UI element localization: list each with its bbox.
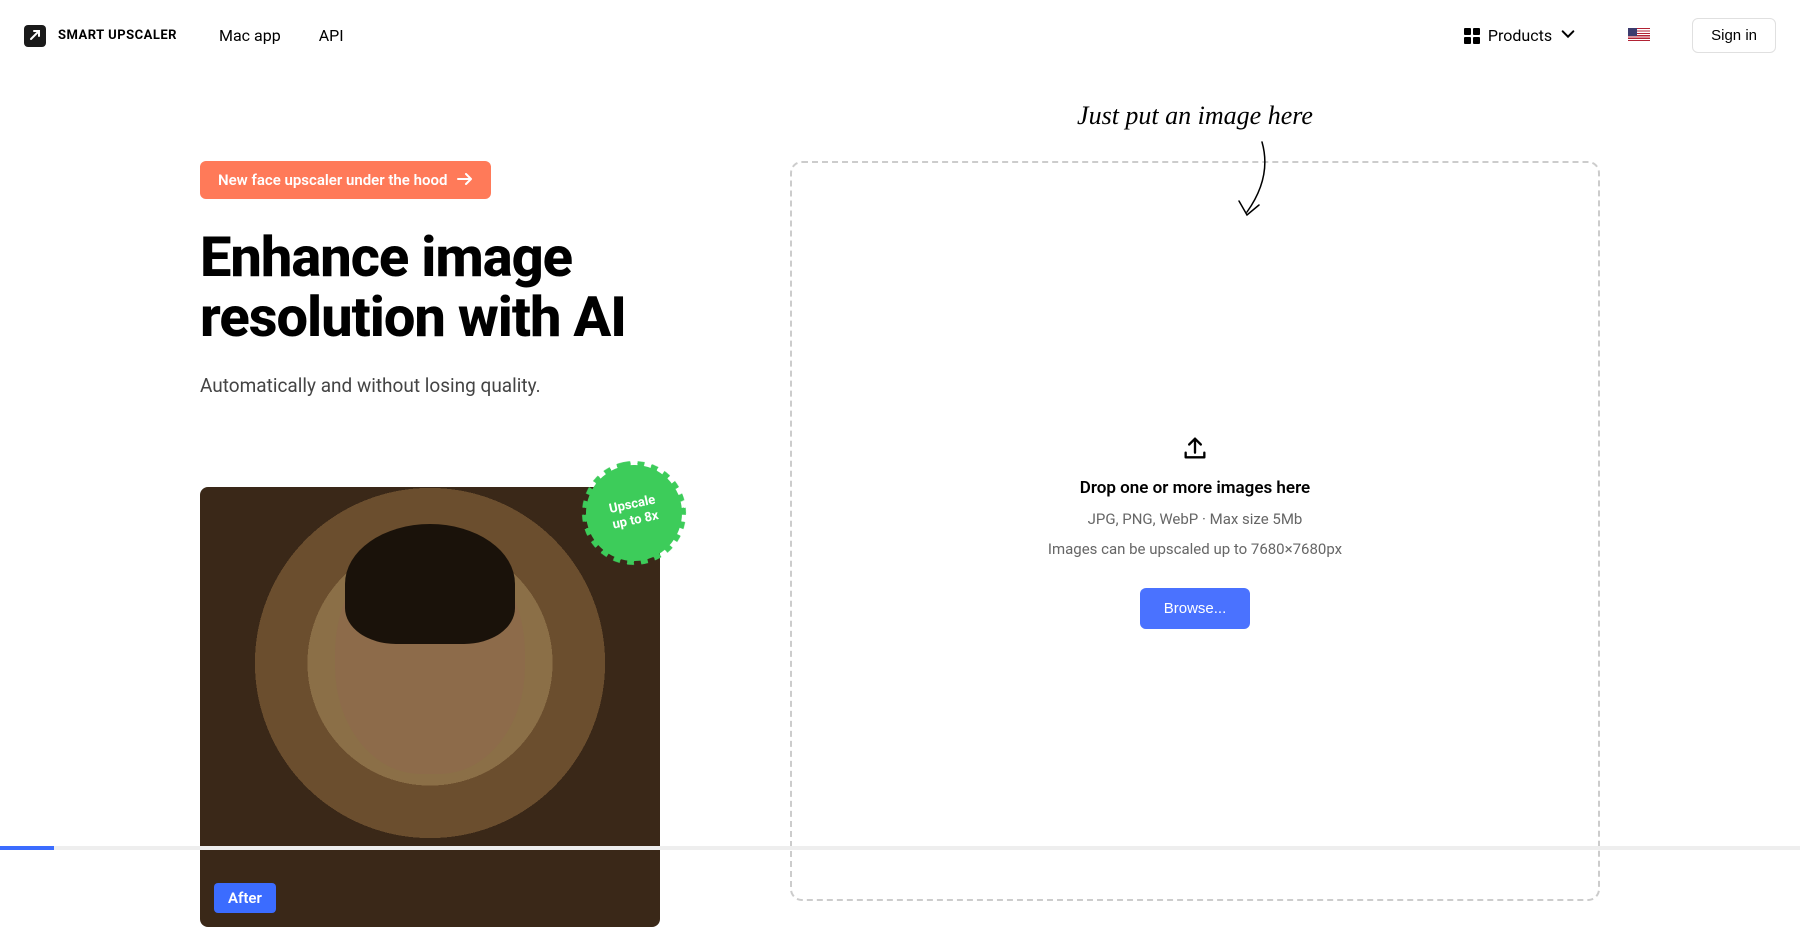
nav-api[interactable]: API	[319, 26, 344, 45]
arrow-right-icon	[457, 171, 473, 189]
demo-image	[200, 487, 660, 927]
upload-section: Just put an image here Drop one or more …	[790, 161, 1600, 927]
page-subtitle: Automatically and without losing quality…	[200, 374, 670, 397]
announcement-badge[interactable]: New face upscaler under the hood	[200, 161, 491, 199]
page-headline: Enhance image resolution with AI	[200, 227, 670, 348]
dropzone-formats: JPG, PNG, WebP · Max size 5Mb	[1088, 510, 1303, 528]
progress-bar	[0, 846, 54, 850]
nav-mac-app[interactable]: Mac app	[219, 26, 281, 45]
products-menu[interactable]: Products	[1464, 26, 1576, 46]
products-label: Products	[1488, 26, 1552, 45]
brand-logo[interactable]	[24, 25, 46, 47]
grid-icon	[1464, 28, 1480, 44]
dropzone[interactable]: Drop one or more images here JPG, PNG, W…	[790, 161, 1600, 901]
dropzone-hint: Just put an image here	[1077, 101, 1313, 131]
sign-in-button[interactable]: Sign in	[1692, 18, 1776, 53]
curved-arrow-icon	[1227, 137, 1287, 231]
upload-icon	[1181, 434, 1209, 466]
chevron-down-icon	[1560, 26, 1576, 46]
after-label: After	[214, 883, 276, 913]
badge-label: New face upscaler under the hood	[218, 171, 447, 189]
brand-name[interactable]: SMART UPSCALER	[58, 28, 177, 43]
language-flag-us[interactable]	[1628, 28, 1650, 43]
dropzone-limits: Images can be upscaled up to 7680×7680px	[1048, 540, 1342, 558]
progress-track	[0, 846, 1800, 850]
upscale-arrow-icon	[29, 26, 41, 45]
app-header: SMART UPSCALER Mac app API Products Sign…	[0, 0, 1800, 71]
hero-section: New face upscaler under the hood Enhance…	[200, 161, 670, 927]
demo-image-container: Upscale up to 8x After	[200, 487, 660, 927]
browse-button[interactable]: Browse...	[1140, 588, 1251, 629]
dropzone-title: Drop one or more images here	[1080, 478, 1310, 498]
main-content: New face upscaler under the hood Enhance…	[0, 71, 1800, 927]
